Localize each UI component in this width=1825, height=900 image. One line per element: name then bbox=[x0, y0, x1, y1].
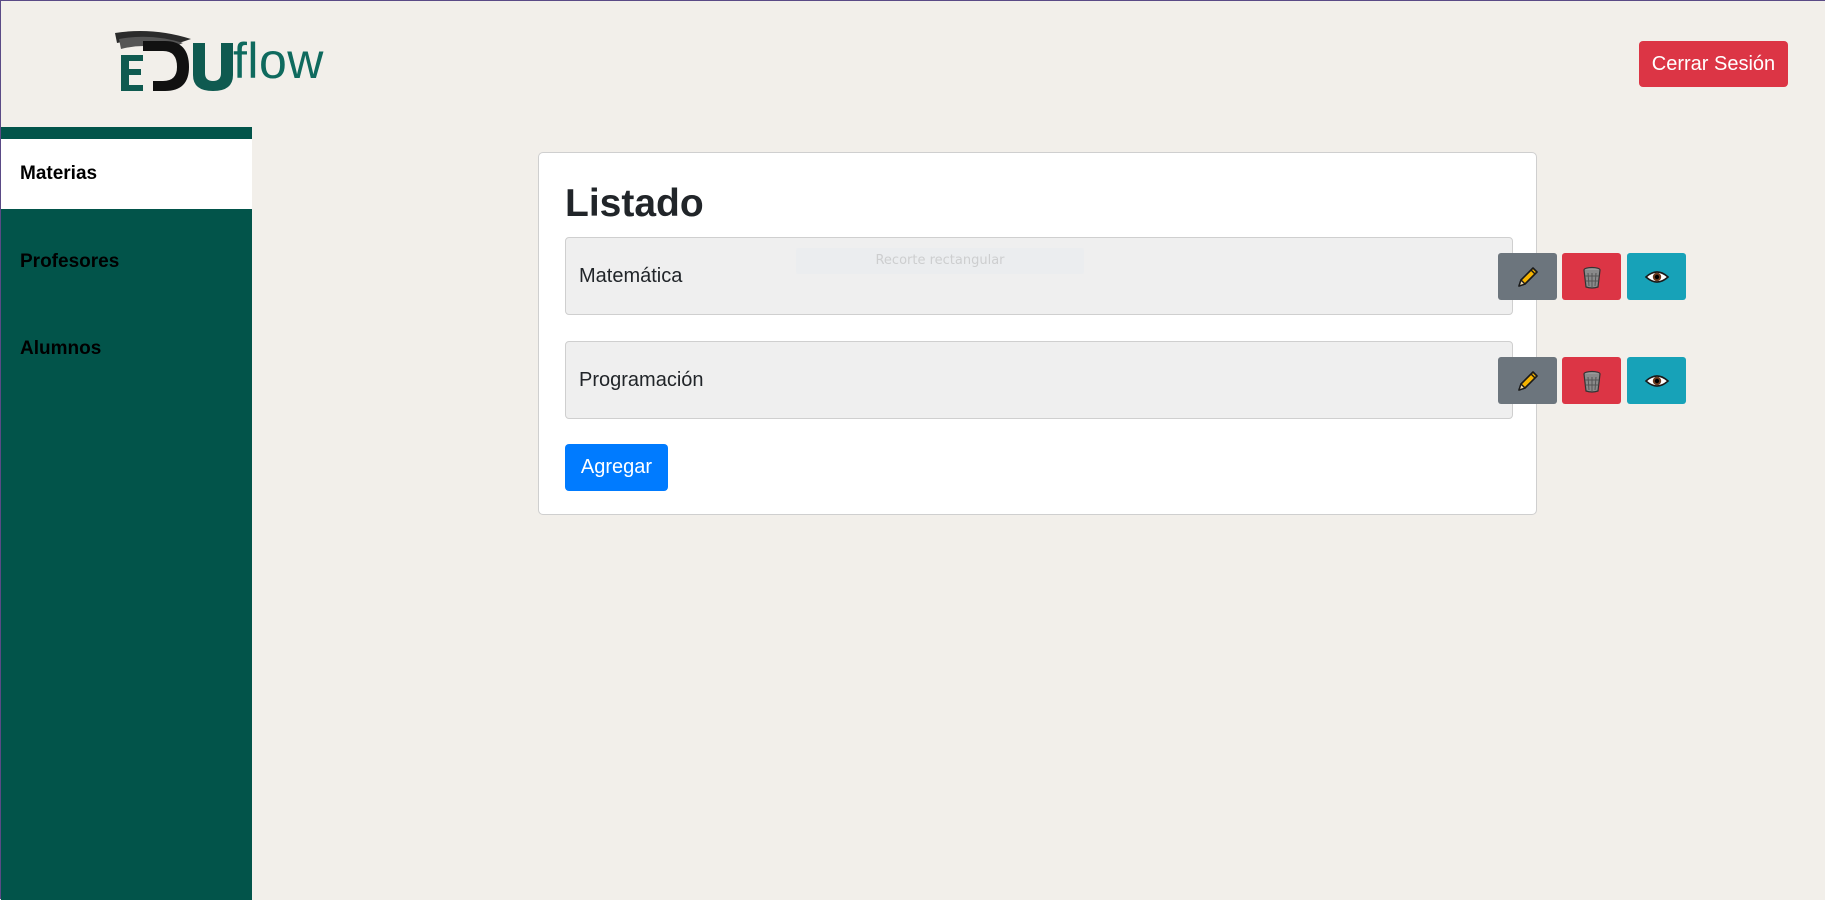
sidebar-item-materias[interactable]: Materias bbox=[1, 139, 252, 209]
view-button[interactable] bbox=[1627, 253, 1686, 300]
list-item: Programación bbox=[565, 341, 1686, 419]
edu-logo-icon bbox=[115, 31, 233, 91]
app-window: flow Cerrar Sesión Materias Profesores A… bbox=[0, 0, 1825, 900]
trash-icon bbox=[1582, 370, 1601, 393]
edit-button[interactable] bbox=[1498, 357, 1557, 404]
page-title: Listado bbox=[565, 182, 704, 225]
ghost-tooltip: Recorte rectangular bbox=[796, 248, 1084, 274]
delete-button[interactable] bbox=[1562, 357, 1621, 404]
item-name: Programación bbox=[579, 369, 704, 391]
delete-button[interactable] bbox=[1562, 253, 1621, 300]
trash-icon bbox=[1582, 266, 1601, 289]
list-item: Matemática Recorte rectangular bbox=[565, 237, 1686, 315]
edit-button[interactable] bbox=[1498, 253, 1557, 300]
view-button[interactable] bbox=[1627, 357, 1686, 404]
logo-wordmark: flow bbox=[233, 33, 324, 89]
list-card: Listado Matemática Recorte rectangular P… bbox=[538, 152, 1686, 515]
sidebar-item-alumnos[interactable]: Alumnos bbox=[1, 314, 252, 384]
item-name: Matemática bbox=[579, 265, 683, 287]
pencil-icon bbox=[1517, 266, 1538, 287]
pencil-icon bbox=[1517, 370, 1538, 391]
logout-button[interactable]: Cerrar Sesión bbox=[1639, 41, 1788, 87]
eye-icon bbox=[1644, 374, 1669, 387]
add-button[interactable]: Agregar bbox=[565, 444, 668, 491]
eye-icon bbox=[1644, 270, 1669, 283]
sidebar-item-profesores[interactable]: Profesores bbox=[1, 227, 252, 297]
sidebar: Materias Profesores Alumnos bbox=[1, 127, 252, 900]
